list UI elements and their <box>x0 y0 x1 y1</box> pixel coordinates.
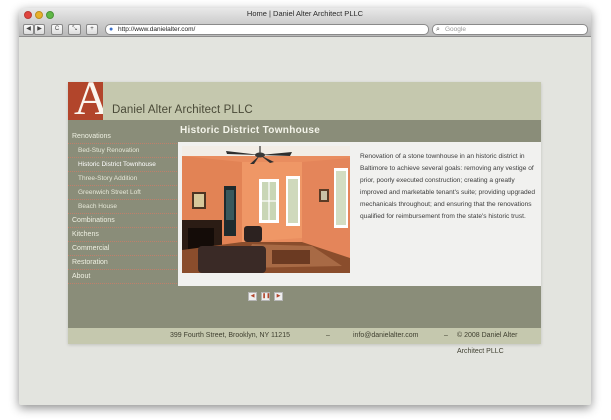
search-placeholder[interactable]: Google <box>445 25 466 34</box>
browser-window: Home | Daniel Alter Architect PLLC ◀ ▶ C… <box>19 8 591 405</box>
brand-name[interactable]: Daniel Alter Architect PLLC <box>112 104 253 116</box>
forward-button[interactable]: ▶ <box>34 24 45 35</box>
globe-icon: ● <box>109 26 114 33</box>
reload-button[interactable]: C <box>51 24 63 35</box>
project-description: Renovation of a stone townhouse in an hi… <box>360 153 536 220</box>
project-photo <box>182 146 350 273</box>
website: A Daniel Alter Architect PLLC Renovation… <box>68 82 541 355</box>
content-panel: Renovation of a stone townhouse in an hi… <box>178 142 541 286</box>
back-button[interactable]: ◀ <box>23 24 34 35</box>
previous-slide-button[interactable]: ◀ <box>248 292 257 301</box>
resize-button[interactable]: ⤡ <box>68 24 81 35</box>
nav-item-combinations[interactable]: Combinations <box>68 214 177 228</box>
footer-copyright: © 2008 Daniel Alter Architect PLLC <box>457 332 518 355</box>
nav-item-commercial[interactable]: Commercial <box>68 242 177 256</box>
title-bar: Home | Daniel Alter Architect PLLC <box>19 8 591 22</box>
search-icon: ⌕ <box>436 26 440 33</box>
next-slide-button[interactable]: ▶ <box>274 292 283 301</box>
search-field[interactable]: ⌕ Google <box>432 24 588 35</box>
site-footer: 399 Fourth Street, Brooklyn, NY 11215 – … <box>68 328 541 355</box>
slideshow-controls: ◀ ❚❚ ▶ <box>248 292 288 301</box>
nav-item-kitchens[interactable]: Kitchens <box>68 228 177 242</box>
page-title: Historic District Townhouse <box>180 125 321 136</box>
add-bookmark-button[interactable]: + <box>86 24 98 35</box>
nav-item-greenwich-street-loft[interactable]: Greenwich Street Loft <box>68 186 177 200</box>
nav-item-beach-house[interactable]: Beach House <box>68 200 177 214</box>
nav-item-renovations[interactable]: Renovations <box>68 130 177 144</box>
browser-toolbar: ◀ ▶ C ⤡ + ● http://www.danielalter.com/ … <box>19 22 591 37</box>
nav-item-historic-district-townhouse[interactable]: Historic District Townhouse <box>68 158 177 172</box>
footer-separator: – <box>444 332 448 339</box>
window-title: Home | Daniel Alter Architect PLLC <box>246 9 364 18</box>
footer-email[interactable]: info@danielalter.com <box>353 328 418 344</box>
nav-item-about[interactable]: About <box>68 270 177 284</box>
logo[interactable]: A <box>68 82 103 120</box>
address-bar[interactable]: ● http://www.danielalter.com/ <box>105 24 429 35</box>
nav-item-restoration[interactable]: Restoration <box>68 256 177 270</box>
logo-letter: A <box>74 82 103 120</box>
pause-slideshow-button[interactable]: ❚❚ <box>261 292 270 301</box>
nav-item-bed-stuy-renovation[interactable]: Bed-Stuy Renovation <box>68 144 177 158</box>
nav-item-three-story-addition[interactable]: Three-Story Addition <box>68 172 177 186</box>
site-body: Renovations Bed-Stuy Renovation Historic D… <box>68 120 541 344</box>
footer-address: 399 Fourth Street, Brooklyn, NY 11215 <box>170 332 290 339</box>
site-header: A Daniel Alter Architect PLLC <box>68 82 541 120</box>
footer-separator: – <box>326 332 330 339</box>
side-nav: Renovations Bed-Stuy Renovation Historic D… <box>68 130 177 284</box>
url-text[interactable]: http://www.danielalter.com/ <box>118 25 195 34</box>
